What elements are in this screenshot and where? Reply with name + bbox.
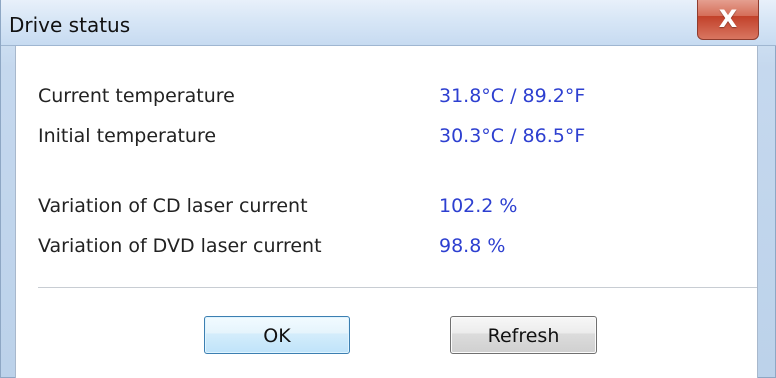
dialog-content: Current temperature 31.8°C / 89.2°F Init… <box>15 46 758 378</box>
cd-laser-variation-label: Variation of CD laser current <box>38 195 308 217</box>
drive-status-dialog: Drive status X Current temperature 31.8°… <box>0 0 776 378</box>
current-temperature-label: Current temperature <box>38 85 235 107</box>
dvd-laser-variation-label: Variation of DVD laser current <box>38 235 322 257</box>
cd-laser-variation-value: 102.2 % <box>439 195 518 217</box>
status-row-dvd-laser-variation: Variation of DVD laser current 98.8 % <box>38 234 718 258</box>
status-row-initial-temperature: Initial temperature 30.3°C / 86.5°F <box>38 124 718 148</box>
title-bar: Drive status X <box>1 0 776 46</box>
refresh-button[interactable]: Refresh <box>450 316 597 354</box>
close-icon: X <box>718 5 738 33</box>
initial-temperature-value: 30.3°C / 86.5°F <box>439 125 586 147</box>
status-row-current-temperature: Current temperature 31.8°C / 89.2°F <box>38 84 718 108</box>
current-temperature-value: 31.8°C / 89.2°F <box>439 85 586 107</box>
initial-temperature-label: Initial temperature <box>38 125 217 147</box>
close-button[interactable]: X <box>697 0 759 40</box>
status-row-cd-laser-variation: Variation of CD laser current 102.2 % <box>38 194 718 218</box>
ok-button[interactable]: OK <box>204 316 350 354</box>
window-title: Drive status <box>9 13 131 37</box>
dvd-laser-variation-value: 98.8 % <box>439 235 506 257</box>
separator-line <box>38 287 757 288</box>
